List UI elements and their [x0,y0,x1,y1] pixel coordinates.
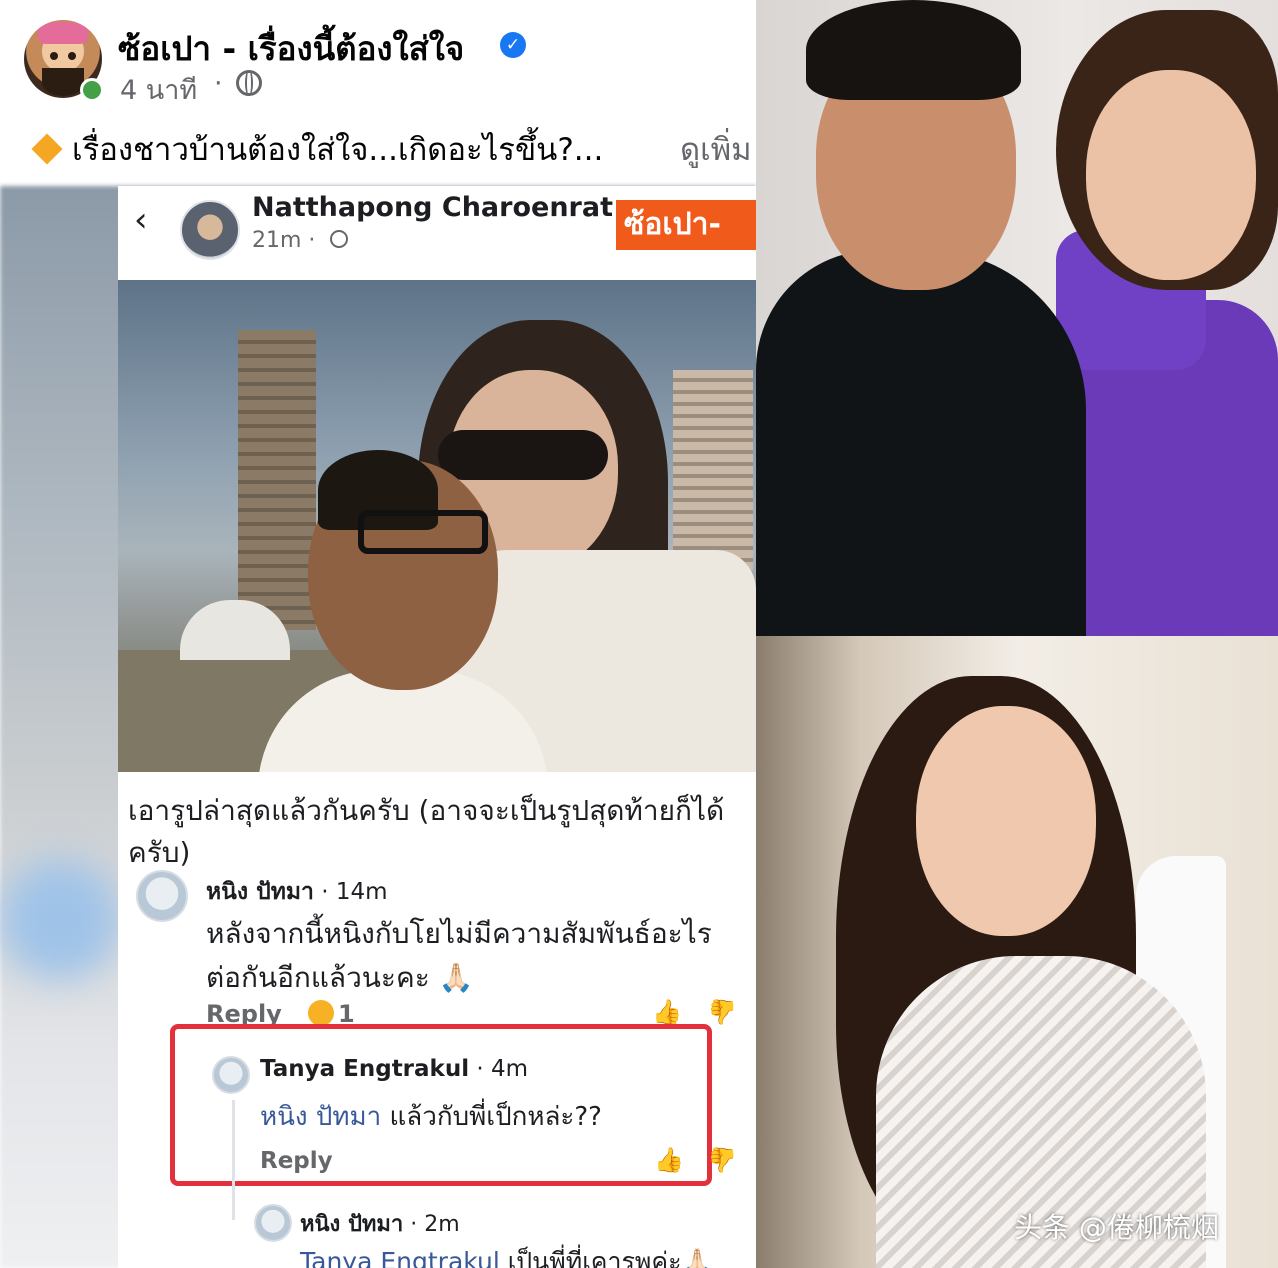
author-name-link[interactable]: Natthapong Charoenrat [252,192,613,223]
globe-icon [236,70,262,96]
separator-dot: · [214,68,223,99]
photo-black-shirt [756,250,1086,636]
care-reaction-icon [308,1000,334,1026]
thumbs-down-icon[interactable]: 👍 [708,998,738,1026]
commenter-avatar[interactable] [212,1056,250,1094]
photo-sunglasses [438,430,608,480]
author-timestamp: 21m · [252,228,316,253]
mention-link[interactable]: หนิง ปัทมา [260,1102,381,1132]
photo-tower [238,330,316,630]
avatar-hat [38,22,88,44]
mention-link[interactable]: Tanya Engtrakul [300,1247,500,1268]
photo-face [916,706,1096,936]
woman-portrait-photo[interactable] [756,636,1278,1268]
comment-text: Tanya Engtrakul เป็นพี่ที่เคารพค่ะ🙏🏻 [300,1242,713,1268]
photo-glasses [358,510,488,554]
commenter-name[interactable]: หนิง ปัทมา [206,879,314,905]
online-status-dot [80,78,104,102]
verified-badge-icon: ✓ [500,32,526,58]
photo-building [673,370,753,570]
avatar-beard [42,68,84,96]
watermark-text: 头条 @倦柳梳烟 [1014,1211,1219,1244]
avatar-eye [68,52,76,60]
commenter-avatar[interactable] [254,1204,292,1242]
reply-button[interactable]: Reply [260,1148,333,1174]
comment-time: · 14m [321,879,388,905]
photo-man-hair [806,0,1021,100]
blurred-blob [0,860,120,980]
post-text: เรื่องชาวบ้านต้องใส่ใจ...เกิดอะไรขึ้น?..… [72,132,604,168]
avatar-eye [50,52,58,60]
comment-text: หนิง ปัทมา แล้วกับพี่เป็กหล่ะ?? [260,1096,602,1137]
comment-body: แล้วกับพี่เป็กหล่ะ?? [381,1102,602,1132]
comment-body: เป็นพี่ที่เคารพค่ะ🙏🏻 [499,1247,713,1268]
post-timestamp[interactable]: 4 นาที [120,68,197,111]
brand-logo-badge: ซ้อเปา- [616,200,756,250]
photo-caption: เอารูปล่าสุดแล้วกันครับ (อาจจะเป็นรูปสุด… [128,794,725,869]
post-header: ซ้อเปา - เรื่องนี้ต้องใส่ใจ ✓ 4 นาที · เ… [0,0,756,186]
comment-meta: หนิง ปัทมา · 2m [300,1206,460,1241]
thumbs-down-icon[interactable]: 👍 [708,1146,738,1174]
comment-text: หลังจากนี้หนิงกับโยไม่มีความสัมพันธ์อะไร… [206,917,712,994]
reply-thread-line [232,1100,235,1220]
thumbs-up-icon[interactable]: 👍 [652,998,682,1026]
comment-time: · 4m [476,1056,529,1082]
facebook-post-panel: ซ้อเปา - เรื่องนี้ต้องใส่ใจ ✓ 4 นาที · เ… [0,0,756,1268]
selfie-photo[interactable] [118,280,756,772]
thumbs-up-icon[interactable]: 👍 [654,1146,684,1174]
commenter-name[interactable]: หนิง ปัทมา [300,1212,403,1237]
comment-meta: Tanya Engtrakul · 4m [260,1056,528,1082]
couple-photo[interactable] [756,0,1278,636]
orange-diamond-icon [31,133,63,165]
comment-time: · 2m [410,1212,460,1237]
chevron-left-icon[interactable]: ‹ [134,200,148,240]
globe-icon [330,230,348,248]
commenter-name[interactable]: Tanya Engtrakul [260,1056,469,1082]
photo-woman-face [1086,70,1256,280]
commenter-avatar[interactable] [136,870,188,922]
comment-meta: หนิง ปัทมา · 14m [206,874,388,910]
see-more-link[interactable]: ดูเพิ่ม [680,124,752,174]
author-avatar[interactable] [180,200,240,260]
